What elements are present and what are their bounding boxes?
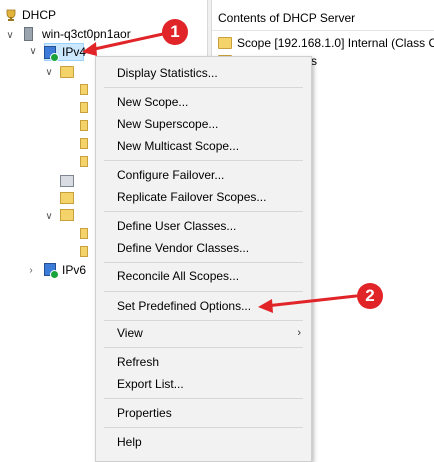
chevron-down-icon[interactable]: ∨	[28, 47, 38, 57]
folder-icon	[80, 102, 88, 113]
check-icon	[50, 53, 59, 62]
menu-separator	[104, 262, 303, 263]
menu-item-properties[interactable]: Properties	[96, 403, 311, 423]
tree-item-dhcp[interactable]: DHCP	[22, 6, 56, 24]
folder-icon	[80, 120, 88, 131]
menu-item-export-list[interactable]: Export List...	[96, 374, 311, 394]
menu-item-reconcile-all-scopes[interactable]: Reconcile All Scopes...	[96, 266, 311, 286]
folder-icon	[80, 228, 88, 239]
tree-item-ipv6[interactable]: IPv6	[62, 261, 86, 279]
folder-icon	[80, 246, 88, 257]
folder-icon	[80, 138, 88, 149]
check-icon	[50, 270, 59, 279]
filters-icon	[60, 209, 74, 221]
menu-item-help[interactable]: Help	[96, 432, 311, 452]
folder-icon	[218, 37, 232, 49]
menu-item-new-scope[interactable]: New Scope...	[96, 92, 311, 112]
folder-icon	[80, 84, 88, 95]
menu-item-replicate-failover-scopes[interactable]: Replicate Failover Scopes...	[96, 187, 311, 207]
menu-separator	[104, 211, 303, 212]
menu-item-refresh[interactable]: Refresh	[96, 352, 311, 372]
menu-separator	[104, 291, 303, 292]
annotation-badge-1: 1	[162, 19, 188, 45]
menu-item-define-vendor-classes[interactable]: Define Vendor Classes...	[96, 238, 311, 258]
menu-item-label: View	[117, 326, 143, 340]
chevron-down-icon[interactable]: ∨	[5, 31, 15, 41]
trophy-icon	[5, 9, 17, 22]
submenu-arrow-icon: ›	[297, 327, 301, 339]
menu-separator	[104, 398, 303, 399]
policies-icon	[60, 192, 74, 204]
menu-separator	[104, 87, 303, 88]
context-menu: Display Statistics... New Scope... New S…	[95, 56, 312, 462]
menu-separator	[104, 160, 303, 161]
server-options-icon	[60, 175, 74, 187]
menu-separator	[104, 320, 303, 321]
annotation-badge-2: 2	[357, 283, 383, 309]
chevron-right-icon[interactable]: ›	[26, 266, 36, 276]
folder-icon	[60, 66, 74, 78]
chevron-down-icon[interactable]: ∨	[44, 68, 54, 78]
server-icon	[24, 27, 33, 41]
menu-item-display-statistics[interactable]: Display Statistics...	[96, 63, 311, 83]
menu-item-view[interactable]: View ›	[96, 323, 311, 343]
chevron-down-icon[interactable]: ∨	[44, 212, 54, 222]
header-divider	[212, 30, 434, 31]
tree-item-ipv4[interactable]: IPv4	[62, 43, 86, 61]
menu-separator	[104, 347, 303, 348]
menu-item-new-multicast-scope[interactable]: New Multicast Scope...	[96, 136, 311, 156]
menu-item-define-user-classes[interactable]: Define User Classes...	[96, 216, 311, 236]
menu-separator	[104, 427, 303, 428]
menu-item-set-predefined-options[interactable]: Set Predefined Options...	[96, 296, 311, 316]
list-item[interactable]: Scope [192.168.1.0] Internal (Class C)	[237, 34, 434, 52]
tree-item-server[interactable]: win-q3ct0pn1aor	[42, 25, 131, 43]
menu-item-configure-failover[interactable]: Configure Failover...	[96, 165, 311, 185]
folder-icon	[80, 156, 88, 167]
menu-item-new-superscope[interactable]: New Superscope...	[96, 114, 311, 134]
details-header: Contents of DHCP Server	[218, 11, 356, 25]
